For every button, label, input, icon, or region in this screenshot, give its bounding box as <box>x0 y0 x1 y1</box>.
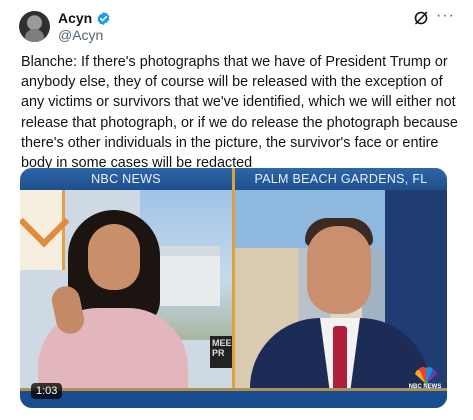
more-icon[interactable]: ··· <box>436 8 455 24</box>
left-location-banner: NBC NEWS <box>20 168 232 190</box>
display-name[interactable]: Acyn <box>58 10 92 26</box>
tweet-text: Blanche: If there's photographs that we … <box>21 54 458 172</box>
anchor-face <box>88 224 140 290</box>
author-row: Acyn <box>58 10 111 26</box>
right-location-banner: PALM BEACH GARDENS, FL <box>235 168 447 190</box>
lower-third-bar <box>20 388 447 408</box>
grok-icon[interactable] <box>413 10 429 26</box>
avatar[interactable] <box>19 11 50 42</box>
verified-badge-icon <box>97 11 110 25</box>
video-left-pane: MEE PR NBC NEWS <box>20 168 232 408</box>
video-right-pane: NBC NEWS PALM BEACH GARDENS, FL <box>235 168 447 408</box>
video-duration-badge: 1:03 <box>31 383 63 399</box>
studio-screen-label: MEE PR <box>210 336 232 368</box>
guest-face <box>307 226 371 314</box>
handle[interactable]: @Acyn <box>58 27 103 43</box>
video-player[interactable]: MEE PR NBC NEWS NBC NEWS PALM BEACH GARD… <box>20 168 447 408</box>
building-backdrop <box>160 246 220 306</box>
nbc-peacock-icon <box>415 367 437 385</box>
